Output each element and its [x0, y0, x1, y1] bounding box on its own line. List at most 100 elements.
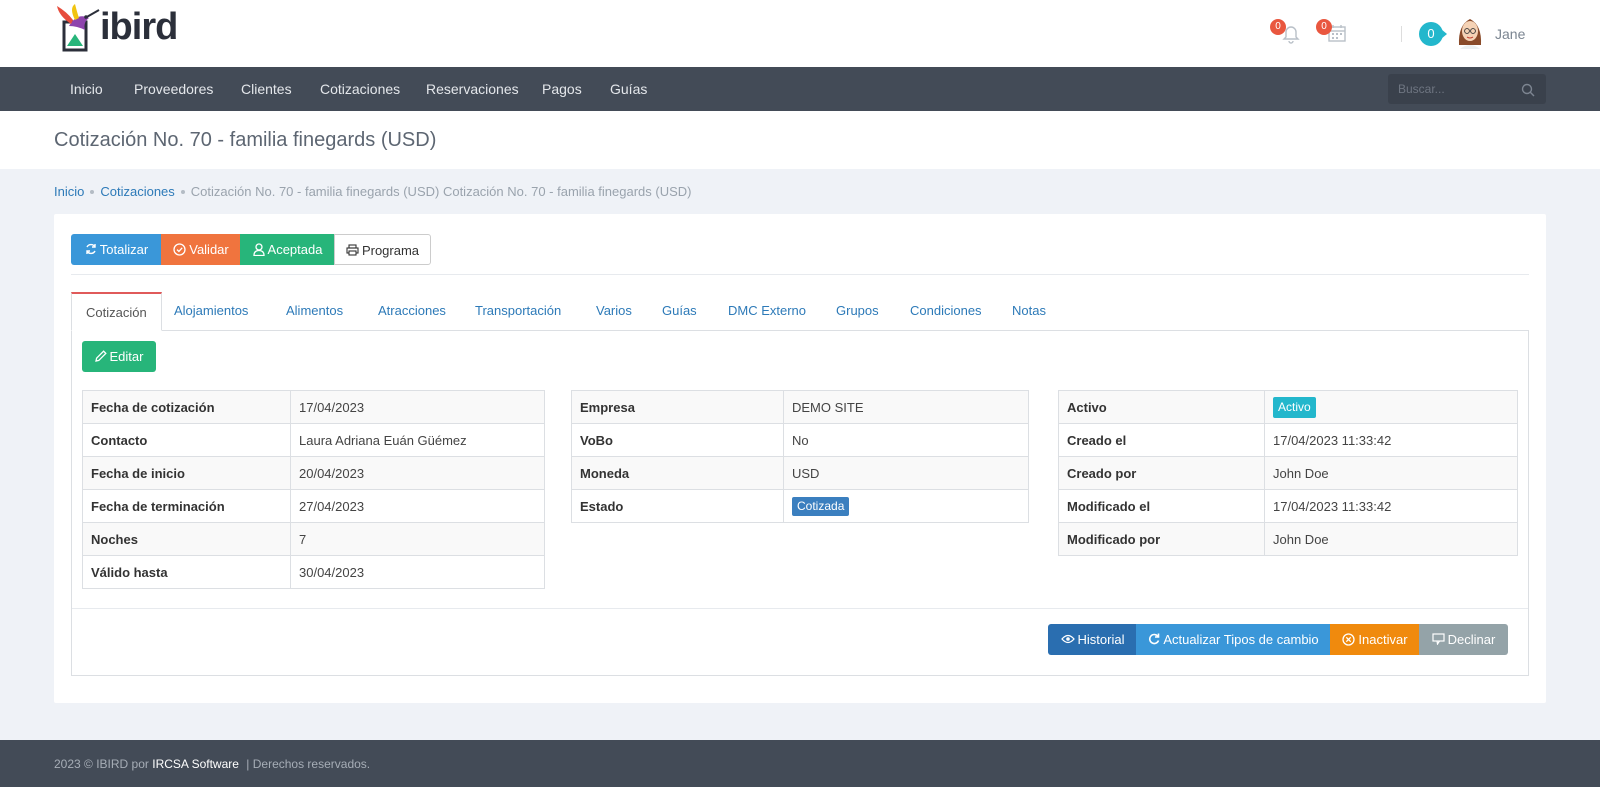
table-row: Estado Cotizada [571, 489, 1029, 523]
top-header: ibird 0 0 0 Jane [0, 0, 1600, 67]
messages-counter[interactable]: 0 [1419, 22, 1443, 46]
table-row: Fecha de inicio 20/04/2023 [82, 456, 545, 490]
breadcrumb-home[interactable]: Inicio [54, 184, 84, 199]
search-icon[interactable] [1521, 83, 1535, 97]
field-label: Creado por [1058, 456, 1265, 490]
tab-atracciones[interactable]: Atracciones [378, 292, 446, 330]
validar-label: Validar [189, 242, 229, 257]
editar-button[interactable]: Editar [82, 341, 156, 372]
tab-grupos[interactable]: Grupos [836, 292, 879, 330]
avatar[interactable] [1455, 15, 1485, 49]
tab-bar: Cotización Alojamientos Alimentos Atracc… [71, 292, 1529, 331]
field-label: Fecha de inicio [82, 456, 291, 490]
nav-item-guias[interactable]: Guías [610, 67, 647, 111]
quote-company-table: Empresa DEMO SITE VoBo No Moneda USD Estado… [571, 390, 1029, 523]
field-label: Fecha de cotización [82, 390, 291, 424]
nav-item-reservaciones[interactable]: Reservaciones [426, 67, 519, 111]
field-value: 27/04/2023 [290, 489, 545, 523]
field-label: Noches [82, 522, 291, 556]
tab-varios[interactable]: Varios [596, 292, 632, 330]
close-circle-icon [1342, 633, 1356, 646]
field-label: Creado el [1058, 423, 1265, 457]
nav-item-clientes[interactable]: Clientes [241, 67, 292, 111]
table-row: Creado el 17/04/2023 11:33:42 [1058, 423, 1518, 457]
field-value: John Doe [1264, 456, 1518, 490]
field-label: Estado [571, 489, 784, 523]
breadcrumb-cotizaciones[interactable]: Cotizaciones [100, 184, 174, 199]
inactivar-button[interactable]: Inactivar [1330, 624, 1420, 655]
field-label: Moneda [571, 456, 784, 490]
field-label: Contacto [82, 423, 291, 457]
divider [71, 274, 1529, 275]
totalizar-label: Totalizar [99, 242, 149, 257]
user-icon [252, 243, 265, 256]
tab-alimentos[interactable]: Alimentos [286, 292, 343, 330]
nav-item-pagos[interactable]: Pagos [542, 67, 582, 111]
field-label: VoBo [571, 423, 784, 457]
actualizar-label: Actualizar Tipos de cambio [1163, 632, 1319, 647]
divider [72, 608, 1528, 609]
nav-item-proveedores[interactable]: Proveedores [134, 67, 213, 111]
historial-button[interactable]: Historial [1048, 624, 1137, 655]
field-value: Cotizada [783, 489, 1029, 523]
declinar-label: Declinar [1447, 632, 1496, 647]
refresh-icon [1149, 633, 1160, 645]
table-row: Modificado el 17/04/2023 11:33:42 [1058, 489, 1518, 523]
footer-text: 2023 © IBIRD por IRCSA Software | Derech… [54, 757, 370, 771]
nav-item-inicio[interactable]: Inicio [70, 67, 103, 111]
historial-label: Historial [1077, 632, 1125, 647]
programa-button[interactable]: Programa [334, 234, 431, 265]
footer-brand-link[interactable]: IRCSA Software [152, 757, 239, 771]
tab-guias[interactable]: Guías [662, 292, 697, 330]
notifications-badge: 0 [1270, 19, 1286, 35]
field-value: DEMO SITE [783, 390, 1029, 424]
tab-notas[interactable]: Notas [1012, 292, 1046, 330]
tab-dmc-externo[interactable]: DMC Externo [728, 292, 806, 330]
pencil-icon [94, 350, 107, 362]
calendar-button[interactable]: 0 [1316, 19, 1348, 44]
breadcrumb-current: Cotización No. 70 - familia finegards (U… [190, 184, 692, 199]
footer-copyright: 2023 © IBIRD por [54, 757, 149, 771]
logo-text: ibird [100, 6, 178, 48]
table-row: Activo Activo [1058, 390, 1518, 424]
notifications-button[interactable]: 0 [1270, 19, 1302, 44]
nav-item-cotizaciones[interactable]: Cotizaciones [320, 67, 400, 111]
field-label: Fecha de terminación [82, 489, 291, 523]
table-row: Noches 7 [82, 522, 545, 556]
actualizar-tipos-cambio-button[interactable]: Actualizar Tipos de cambio [1136, 624, 1331, 655]
field-label: Activo [1058, 390, 1265, 424]
editar-label: Editar [109, 349, 144, 364]
validar-button[interactable]: Validar [161, 234, 241, 265]
check-circle-icon [173, 243, 186, 256]
tab-transportacion[interactable]: Transportación [475, 292, 561, 330]
table-row: Fecha de terminación 27/04/2023 [82, 489, 545, 523]
field-value: Laura Adriana Euán Güémez [290, 423, 545, 457]
messages-counter-arrow [1441, 29, 1447, 39]
thumbs-down-icon [1432, 633, 1445, 645]
field-label: Modificado por [1058, 522, 1265, 556]
field-label: Válido hasta [82, 555, 291, 589]
active-badge: Activo [1273, 396, 1316, 418]
header-actions: 0 0 0 Jane [1270, 0, 1600, 67]
declinar-button[interactable]: Declinar [1419, 624, 1508, 655]
table-row: Creado por John Doe [1058, 456, 1518, 490]
app-logo[interactable]: ibird [55, 4, 195, 54]
tab-alojamientos[interactable]: Alojamientos [174, 292, 248, 330]
quote-audit-table: Activo Activo Creado el 17/04/2023 11:33:4… [1058, 390, 1518, 556]
table-row: VoBo No [571, 423, 1029, 457]
user-name[interactable]: Jane [1495, 26, 1525, 42]
table-row: Válido hasta 30/04/2023 [82, 555, 545, 589]
inactivar-label: Inactivar [1358, 632, 1408, 647]
breadcrumb-separator [180, 190, 185, 194]
tab-cotizacion[interactable]: Cotización [71, 292, 162, 331]
totalizar-button[interactable]: Totalizar [71, 234, 162, 265]
field-value: 7 [290, 522, 545, 556]
field-label: Empresa [571, 390, 784, 424]
programa-label: Programa [361, 243, 420, 258]
footer-rights: | Derechos reservados. [246, 757, 371, 771]
table-row: Modificado por John Doe [1058, 522, 1518, 556]
main-navbar: Inicio Proveedores Clientes Cotizaciones… [0, 67, 1600, 111]
aceptada-button[interactable]: Aceptada [240, 234, 335, 265]
status-badge: Cotizada [792, 496, 850, 516]
tab-condiciones[interactable]: Condiciones [910, 292, 982, 330]
